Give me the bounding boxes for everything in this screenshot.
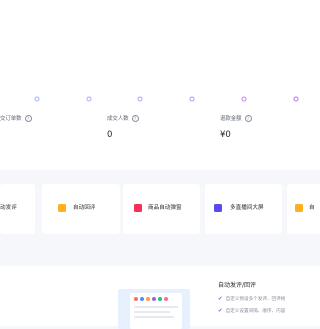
tool-label: 自动回评 — [73, 205, 96, 211]
tool-label: 多直播间大屏 — [230, 205, 264, 211]
trend-line-chart — [0, 96, 299, 102]
feature-item: ✔ 自定义预设多个发评、回评格 — [218, 296, 285, 302]
preview-dot — [146, 297, 150, 301]
preview-dot — [134, 297, 138, 301]
question-circle-icon[interactable]: ? — [24, 115, 32, 122]
tool-label: 动发评 — [0, 205, 17, 211]
trend-point — [189, 96, 195, 102]
trend-point — [137, 96, 143, 102]
feature-item-text: 自定义设置间隔、顺序、内容 — [225, 309, 286, 314]
comment-icon — [58, 204, 66, 212]
preview-dot — [158, 297, 162, 301]
question-circle-icon[interactable]: ? — [244, 115, 252, 122]
preview-window — [130, 293, 182, 329]
preview-line — [134, 311, 170, 313]
feature-item: ✔ 自定义设置间隔、顺序、内容 — [218, 308, 285, 314]
tool-label: 商品自动弹窗 — [148, 205, 182, 211]
stat-label: 退款金额 — [220, 116, 242, 122]
trend-point — [86, 96, 92, 102]
tool-auto-partial[interactable]: 自 — [287, 184, 320, 234]
feature-title: 自动发评/回评 — [218, 282, 257, 289]
trend-chart-card: 交订单数? 成交人数? 0 退款金额? ¥0 — [0, 0, 320, 170]
comment-icon — [295, 204, 303, 212]
trend-point — [293, 96, 299, 102]
tool-label: 自 — [309, 205, 315, 211]
trend-point — [34, 96, 40, 102]
stat-value: ¥0 — [220, 130, 231, 140]
preview-dot — [152, 297, 156, 301]
preview-dot — [164, 297, 168, 301]
stat-label: 成交人数 — [107, 116, 129, 122]
check-icon: ✔ — [218, 308, 223, 314]
stat-value: 0 — [107, 130, 113, 140]
question-circle-icon[interactable]: ? — [131, 115, 139, 122]
stat-label: 交订单数 — [0, 116, 22, 122]
play-screen-icon — [214, 204, 222, 212]
tool-multi-live-screen[interactable]: 多直播间大屏 — [205, 184, 282, 234]
check-icon: ✔ — [218, 296, 223, 302]
tool-auto-reply[interactable]: 自动回评 — [42, 184, 120, 234]
popup-icon — [134, 204, 142, 212]
feature-description-panel: 自动发评/回评 ✔ 自定义预设多个发评、回评格 ✔ 自定义设置间隔、顺序、内容 — [205, 270, 320, 320]
preview-line — [134, 316, 174, 318]
preview-line — [134, 306, 178, 308]
feature-preview-image — [118, 289, 190, 329]
preview-dot — [140, 297, 144, 301]
trend-point — [241, 96, 247, 102]
feature-item-text: 自定义预设多个发评、回评格 — [225, 297, 286, 302]
tool-auto-comment[interactable]: 动发评 — [0, 184, 35, 234]
tool-product-popup[interactable]: 商品自动弹窗 — [123, 184, 200, 234]
